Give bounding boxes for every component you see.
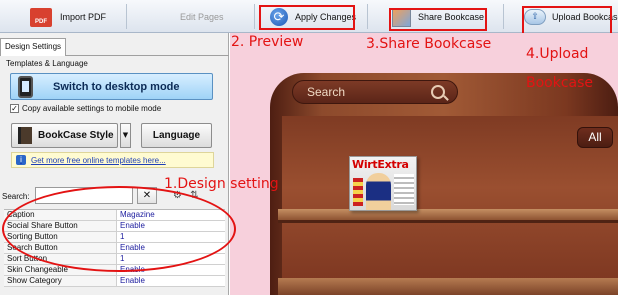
table-row[interactable]: Show Category Enable — [4, 276, 225, 287]
share-annotation: 3.Share Bookcase — [366, 36, 492, 52]
phone-icon — [18, 75, 33, 98]
search-label: Search: — [2, 192, 30, 201]
toolbar-divider — [126, 4, 127, 29]
magazine-book[interactable]: WirtExtra — [349, 156, 417, 211]
book-cover-photo — [366, 173, 391, 210]
upload-annotation-line1: 4.Upload — [526, 46, 589, 62]
switch-desktop-mode-button[interactable]: Switch to desktop mode — [10, 73, 213, 100]
style-dropdown-button[interactable]: ▼ — [120, 123, 131, 148]
switch-desktop-mode-label: Switch to desktop mode — [53, 80, 180, 93]
preview-annotation: 2. Preview — [231, 34, 304, 50]
upload-annotation-line2: Bookcase — [526, 75, 594, 91]
info-icon: i — [16, 155, 26, 165]
book-cover-title: WirtExtra — [352, 158, 409, 171]
pdf-icon-label: PDF — [35, 18, 47, 25]
toolbar-divider — [367, 4, 368, 29]
category-all-button[interactable]: All — [577, 127, 613, 148]
book-icon — [18, 127, 32, 144]
import-pdf-label: Import PDF — [60, 12, 107, 22]
copy-settings-row[interactable]: ✓ Copy available settings to mobile mode — [10, 104, 161, 113]
bookcase-back-panel — [282, 116, 618, 295]
book-cover-strip — [353, 178, 363, 206]
pdf-icon: PDF — [30, 7, 52, 27]
bookcase-search-bar[interactable]: Search — [292, 80, 458, 104]
shelf-plank — [278, 209, 618, 223]
search-icon[interactable] — [431, 85, 445, 99]
templates-link-label[interactable]: Get more free online templates here... — [31, 156, 166, 165]
bookcase-search-placeholder: Search — [307, 85, 346, 99]
toolbar-divider — [254, 4, 255, 29]
copy-settings-label: Copy available settings to mobile mode — [22, 104, 162, 113]
edit-pages-label: Edit Pages — [180, 12, 224, 22]
shelf-plank — [278, 278, 618, 295]
design-settings-highlight-ellipse — [2, 186, 236, 272]
bookcase-style-button[interactable]: BookCase Style — [11, 123, 118, 148]
design-annotation: 1.Design setting — [164, 176, 279, 192]
property-value[interactable]: Enable — [117, 276, 225, 286]
language-button[interactable]: Language — [141, 123, 212, 148]
share-highlight-box — [389, 8, 487, 31]
templates-language-label: Templates & Language — [6, 59, 88, 68]
edit-pages-button[interactable]: Edit Pages — [180, 5, 224, 29]
copy-settings-checkbox[interactable]: ✓ — [10, 104, 19, 113]
bookcase-style-label: BookCase Style — [38, 130, 114, 141]
import-pdf-button[interactable]: PDF Import PDF — [30, 5, 106, 29]
tab-design-settings[interactable]: Design Settings — [0, 38, 66, 56]
tab-divider — [66, 55, 229, 56]
property-name: Show Category — [4, 276, 117, 286]
templates-link[interactable]: i Get more free online templates here... — [11, 152, 214, 168]
toolbar-divider — [503, 4, 504, 29]
book-cover-text-block — [394, 174, 414, 205]
chevron-down-icon: ▼ — [122, 131, 129, 139]
preview-highlight-box — [259, 5, 355, 30]
